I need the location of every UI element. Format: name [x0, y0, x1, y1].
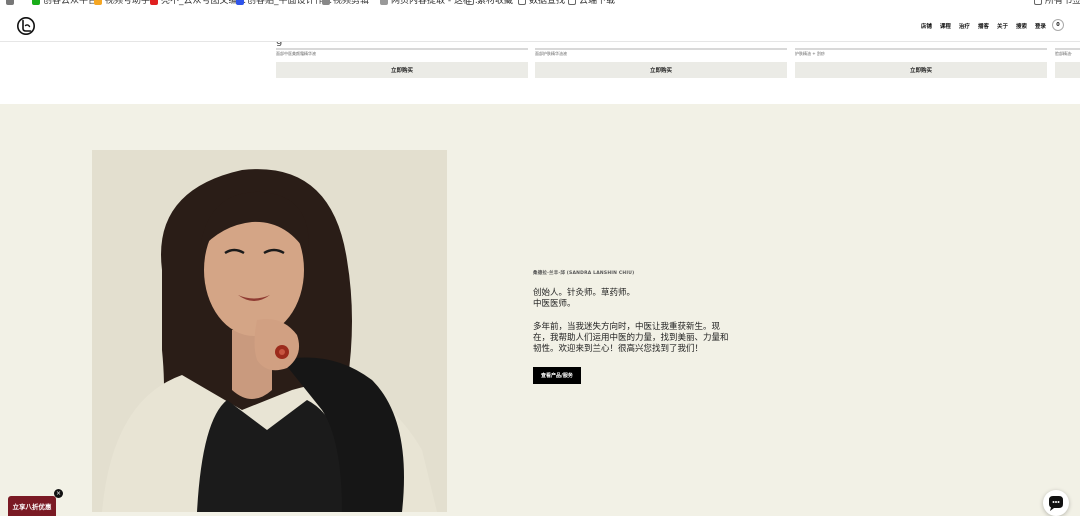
view-products-button[interactable]: 查看产品/服务	[533, 367, 581, 384]
role-line: 中医医师。	[533, 299, 576, 309]
bookmark-item[interactable]: 创客贴_平面设计作...	[236, 0, 332, 8]
bookmark-favicon-icon	[94, 0, 102, 5]
apps-icon[interactable]	[6, 0, 14, 8]
bookmark-item[interactable]: 所有书签	[1034, 0, 1080, 8]
product-card: 面部中医美颜霜精华液 立即购买	[276, 42, 528, 82]
buy-now-button[interactable]: 立即购买	[535, 62, 787, 78]
founder-story: 多年前，当我迷失方向时，中医让我重获新生。现在，我帮助人们运用中医的力量，找到美…	[533, 322, 729, 354]
role-line: 创始人。针灸师。草药师。	[533, 288, 636, 298]
product-description: 脸部精油·	[1055, 51, 1073, 56]
folder-icon	[568, 0, 576, 5]
brand-logo-icon[interactable]	[16, 16, 36, 36]
nav-podcast[interactable]: 播客	[978, 22, 989, 30]
folder-icon	[518, 0, 526, 5]
product-description: 面部护肤精华油液	[535, 51, 567, 56]
bookmark-item[interactable]: 亮不_云众号图文编...	[150, 0, 246, 8]
bookmarks-bar: 创客云众平台 视频号助手 亮不_云众号图文编... 创客贴_平面设计作... 视…	[0, 0, 1080, 10]
bookmark-item[interactable]: 视频剪辑	[322, 0, 369, 8]
nav-about[interactable]: 关于	[997, 22, 1008, 30]
cart-count: 0	[1056, 22, 1060, 28]
bookmark-favicon-icon	[380, 0, 388, 5]
bookmark-item[interactable]: 素材收藏	[466, 0, 513, 8]
site-header: 店铺 课程 治疗 播客 关于 搜索 登录 0	[0, 10, 1080, 42]
product-card: 脸部精油·	[1055, 42, 1080, 82]
buy-now-button[interactable]: 立即购买	[795, 62, 1047, 78]
nav-login[interactable]: 登录	[1035, 22, 1046, 30]
chat-bubble-icon[interactable]	[1043, 490, 1069, 516]
divider	[1055, 48, 1080, 50]
founder-photo	[92, 150, 447, 512]
nav-search[interactable]: 搜索	[1016, 22, 1027, 30]
folder-icon	[1034, 0, 1042, 5]
divider	[276, 48, 528, 50]
bookmark-favicon-icon	[236, 0, 244, 5]
nav-shop[interactable]: 店铺	[921, 22, 932, 30]
bookmark-favicon-icon	[32, 0, 40, 5]
bookmark-item[interactable]: 数据查找	[518, 0, 565, 8]
divider	[795, 48, 1047, 50]
divider	[535, 48, 787, 50]
bookmark-favicon-icon	[322, 0, 330, 5]
bookmark-item[interactable]: 创客云众平台	[32, 0, 97, 8]
product-description: 面部中医美颜霜精华液	[276, 51, 316, 56]
product-description: 护肤精油 + 刮痧	[795, 51, 825, 56]
founder-section: 桑德拉·兰丰·邱 (SANDRA LANSHIN CHIU) 创始人。针灸师。草…	[0, 104, 1080, 516]
founder-portrait-illustration	[92, 150, 447, 512]
chat-glyph	[1049, 496, 1063, 511]
founder-roles: 创始人。针灸师。草药师。 中医医师。	[533, 288, 733, 310]
discount-popup-button[interactable]: 立享八折优惠	[8, 496, 56, 516]
product-carousel: g 面部中医美颜霜精华液 立即购买 面部护肤精华油液 立即购买 护肤精油 + 刮…	[0, 42, 1080, 104]
bookmark-item[interactable]: 云端下载	[568, 0, 615, 8]
product-card: 面部护肤精华油液 立即购买	[535, 42, 787, 82]
founder-name: 桑德拉·兰丰·邱 (SANDRA LANSHIN CHIU)	[533, 271, 635, 276]
founder-intro: 桑德拉·兰丰·邱 (SANDRA LANSHIN CHIU) 创始人。针灸师。草…	[533, 270, 733, 384]
nav-treatments[interactable]: 治疗	[959, 22, 970, 30]
cart-icon[interactable]: 0	[1052, 19, 1064, 31]
close-icon[interactable]: ×	[54, 489, 63, 498]
product-card: 护肤精油 + 刮痧 立即购买	[795, 42, 1047, 82]
buy-now-button[interactable]: 立即购买	[276, 62, 528, 78]
buy-now-button[interactable]	[1055, 62, 1080, 78]
main-nav: 店铺 课程 治疗 播客 关于 搜索 登录	[921, 22, 1046, 30]
folder-icon	[466, 0, 474, 5]
page-root: 创客云众平台 视频号助手 亮不_云众号图文编... 创客贴_平面设计作... 视…	[0, 0, 1080, 516]
bookmark-item[interactable]: 视频号助手	[94, 0, 150, 8]
bookmark-favicon-icon	[150, 0, 158, 5]
nav-courses[interactable]: 课程	[940, 22, 951, 30]
